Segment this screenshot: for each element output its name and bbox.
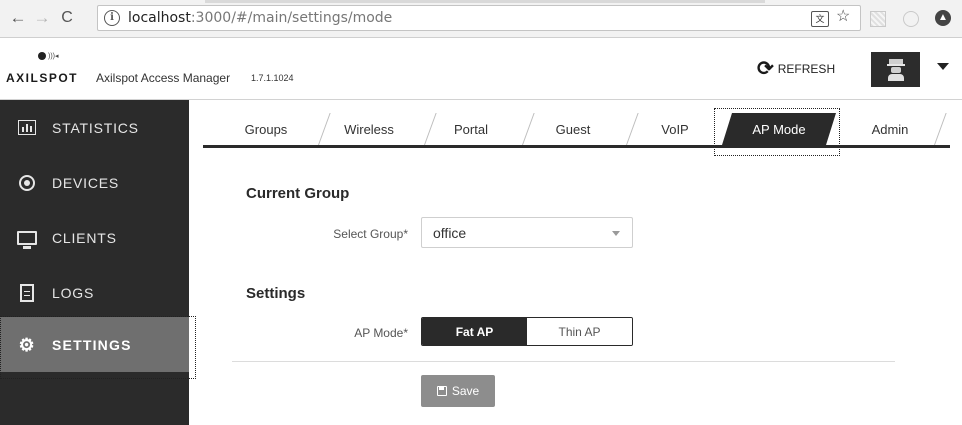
divider	[232, 361, 895, 362]
tab-ap-mode[interactable]: AP Mode	[722, 113, 836, 145]
tab-portal[interactable]: Portal	[424, 113, 518, 145]
sidebar-item-clients[interactable]: CLIENTS	[0, 210, 189, 265]
sidebar-item-statistics[interactable]: STATISTICS	[0, 100, 189, 155]
address-bar[interactable]: i localhost:3000/#/main/settings/mode 文 …	[97, 5, 861, 31]
sidebar: STATISTICS DEVICES CLIENTS LOGS ⚙ SETTIN…	[0, 100, 189, 425]
settings-heading: Settings	[246, 285, 306, 302]
sidebar-item-label: SETTINGS	[52, 336, 132, 353]
monitor-icon	[17, 228, 37, 249]
tab-underline	[203, 145, 950, 148]
url-path: :3000/#/main/settings/mode	[190, 10, 393, 26]
tab-wireless[interactable]: Wireless	[318, 113, 420, 145]
logo-icon: )))◂	[38, 52, 59, 61]
fat-ap-option[interactable]: Fat AP	[422, 318, 527, 345]
chevron-down-icon[interactable]	[937, 63, 949, 70]
sidebar-item-label: DEVICES	[52, 174, 120, 191]
select-group-value: office	[433, 225, 467, 241]
tab-groups[interactable]: Groups	[218, 113, 314, 145]
thin-ap-option[interactable]: Thin AP	[527, 318, 632, 345]
brand-name: AXILSPOT	[6, 71, 79, 85]
select-group-label: Select Group*	[333, 227, 408, 241]
spy-avatar-icon	[886, 58, 905, 81]
save-label: Save	[451, 384, 480, 398]
save-button[interactable]: Save	[421, 375, 495, 407]
sidebar-item-logs[interactable]: LOGS	[0, 265, 189, 320]
current-group-heading: Current Group	[246, 185, 350, 202]
browser-toolbar: ← → C i localhost:3000/#/main/settings/m…	[0, 0, 962, 38]
document-icon	[17, 283, 37, 303]
select-group-dropdown[interactable]: office	[421, 217, 633, 248]
target-icon	[17, 173, 37, 193]
gear-icon: ⚙	[18, 334, 36, 355]
sidebar-item-label: STATISTICS	[52, 119, 139, 136]
extension-icon[interactable]	[870, 11, 886, 27]
app-version: 1.7.1.1024	[251, 73, 294, 83]
tab-guest[interactable]: Guest	[522, 113, 624, 145]
info-icon[interactable]: i	[104, 10, 120, 26]
sidebar-item-label: CLIENTS	[52, 229, 117, 246]
tab-separator	[922, 113, 936, 145]
ap-mode-label: AP Mode*	[354, 326, 408, 340]
extension-icon[interactable]: ▲	[935, 10, 951, 26]
browser-tab-strip	[205, 0, 765, 3]
sidebar-item-settings[interactable]: ⚙ SETTINGS	[0, 317, 189, 372]
ap-mode-toggle: Fat AP Thin AP	[421, 317, 633, 346]
star-icon[interactable]: ☆	[836, 7, 850, 27]
caret-down-icon	[612, 231, 620, 236]
refresh-label: REFRESH	[777, 62, 836, 76]
sidebar-item-label: LOGS	[52, 284, 95, 301]
extension-icon[interactable]	[903, 11, 919, 27]
avatar[interactable]	[871, 52, 920, 87]
translate-icon[interactable]: 文	[811, 11, 829, 27]
app-header: )))◂ AXILSPOT Axilspot Access Manager 1.…	[0, 38, 962, 100]
url-host: localhost	[128, 10, 191, 26]
url-text[interactable]: localhost:3000/#/main/settings/mode	[128, 9, 392, 27]
app-name: Axilspot Access Manager	[96, 71, 231, 85]
floppy-disk-icon	[436, 386, 447, 396]
bar-chart-icon	[17, 118, 37, 138]
refresh-button[interactable]: ⟳ REFRESH	[757, 58, 835, 80]
sidebar-item-devices[interactable]: DEVICES	[0, 155, 189, 210]
back-arrow-icon[interactable]: ←	[8, 8, 28, 28]
tab-voip[interactable]: VoIP	[626, 113, 724, 145]
refresh-icon: ⟳	[757, 58, 774, 80]
forward-arrow-icon[interactable]: →	[32, 8, 52, 28]
reload-icon[interactable]: C	[57, 8, 77, 28]
